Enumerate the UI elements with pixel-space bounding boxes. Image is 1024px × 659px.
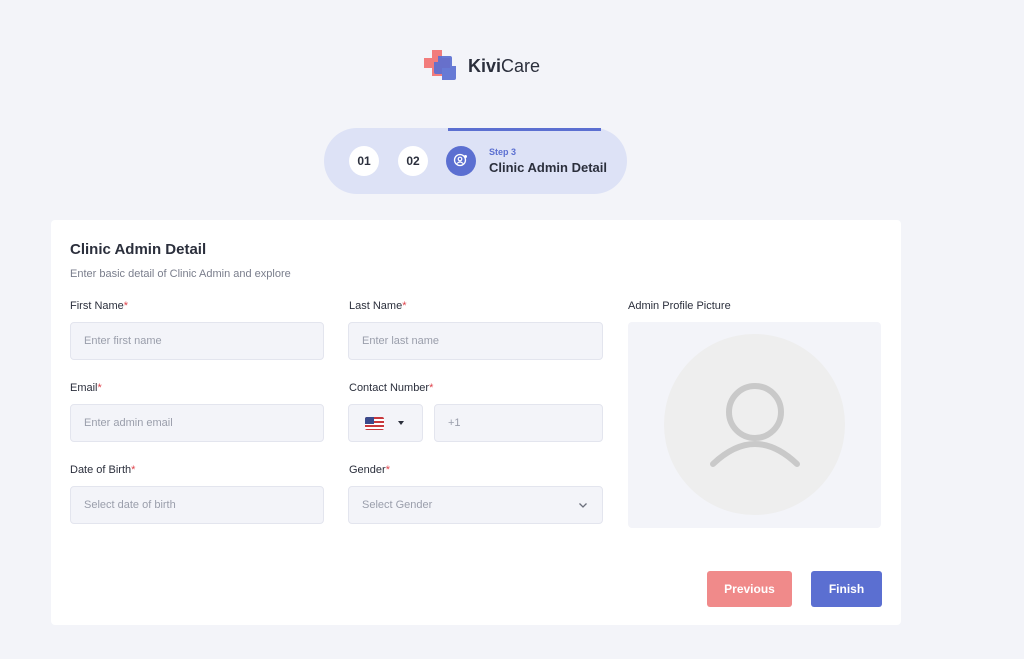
active-step-indicator [448, 128, 601, 131]
email-label: Email* [70, 382, 102, 394]
caret-down-icon [398, 421, 404, 425]
dob-input[interactable]: Select date of birth [70, 486, 324, 524]
form-subtitle: Enter basic detail of Clinic Admin and e… [70, 268, 291, 280]
step-1[interactable]: 01 [349, 146, 379, 176]
profile-picture-upload[interactable] [628, 322, 881, 528]
first-name-label: First Name* [70, 300, 129, 312]
last-name-input[interactable]: Enter last name [348, 322, 603, 360]
gender-select[interactable]: Select Gender [348, 486, 603, 524]
kivicare-logo-icon [424, 50, 456, 80]
clinic-admin-form-card: Clinic Admin Detail Enter basic detail o… [51, 220, 901, 625]
user-settings-icon [453, 153, 467, 167]
active-step-label: Step 3 Clinic Admin Detail [489, 147, 607, 175]
profile-picture-label: Admin Profile Picture [628, 300, 731, 312]
step-2[interactable]: 02 [398, 146, 428, 176]
contact-number-input[interactable]: +1 [434, 404, 603, 442]
brand-logo: KiviCare [422, 48, 540, 84]
previous-button[interactable]: Previous [707, 571, 792, 607]
step-number: Step 3 [489, 147, 517, 157]
first-name-input[interactable]: Enter first name [70, 322, 324, 360]
email-input[interactable]: Enter admin email [70, 404, 324, 442]
step-title: Clinic Admin Detail [489, 160, 607, 175]
chevron-down-icon [579, 503, 587, 508]
gender-label: Gender* [349, 464, 390, 476]
us-flag-icon [365, 416, 384, 430]
finish-button[interactable]: Finish [811, 571, 882, 607]
form-title: Clinic Admin Detail [70, 241, 207, 258]
step-3[interactable] [446, 146, 476, 176]
dob-label: Date of Birth* [70, 464, 136, 476]
contact-number-label: Contact Number* [349, 382, 434, 394]
last-name-label: Last Name* [349, 300, 407, 312]
step-progress: 01 02 Step 3 Clinic Admin Detail [324, 128, 627, 194]
avatar-placeholder [664, 334, 845, 515]
user-avatar-icon [709, 382, 800, 467]
country-code-select[interactable] [348, 404, 423, 442]
brand-name: KiviCare [468, 55, 541, 76]
